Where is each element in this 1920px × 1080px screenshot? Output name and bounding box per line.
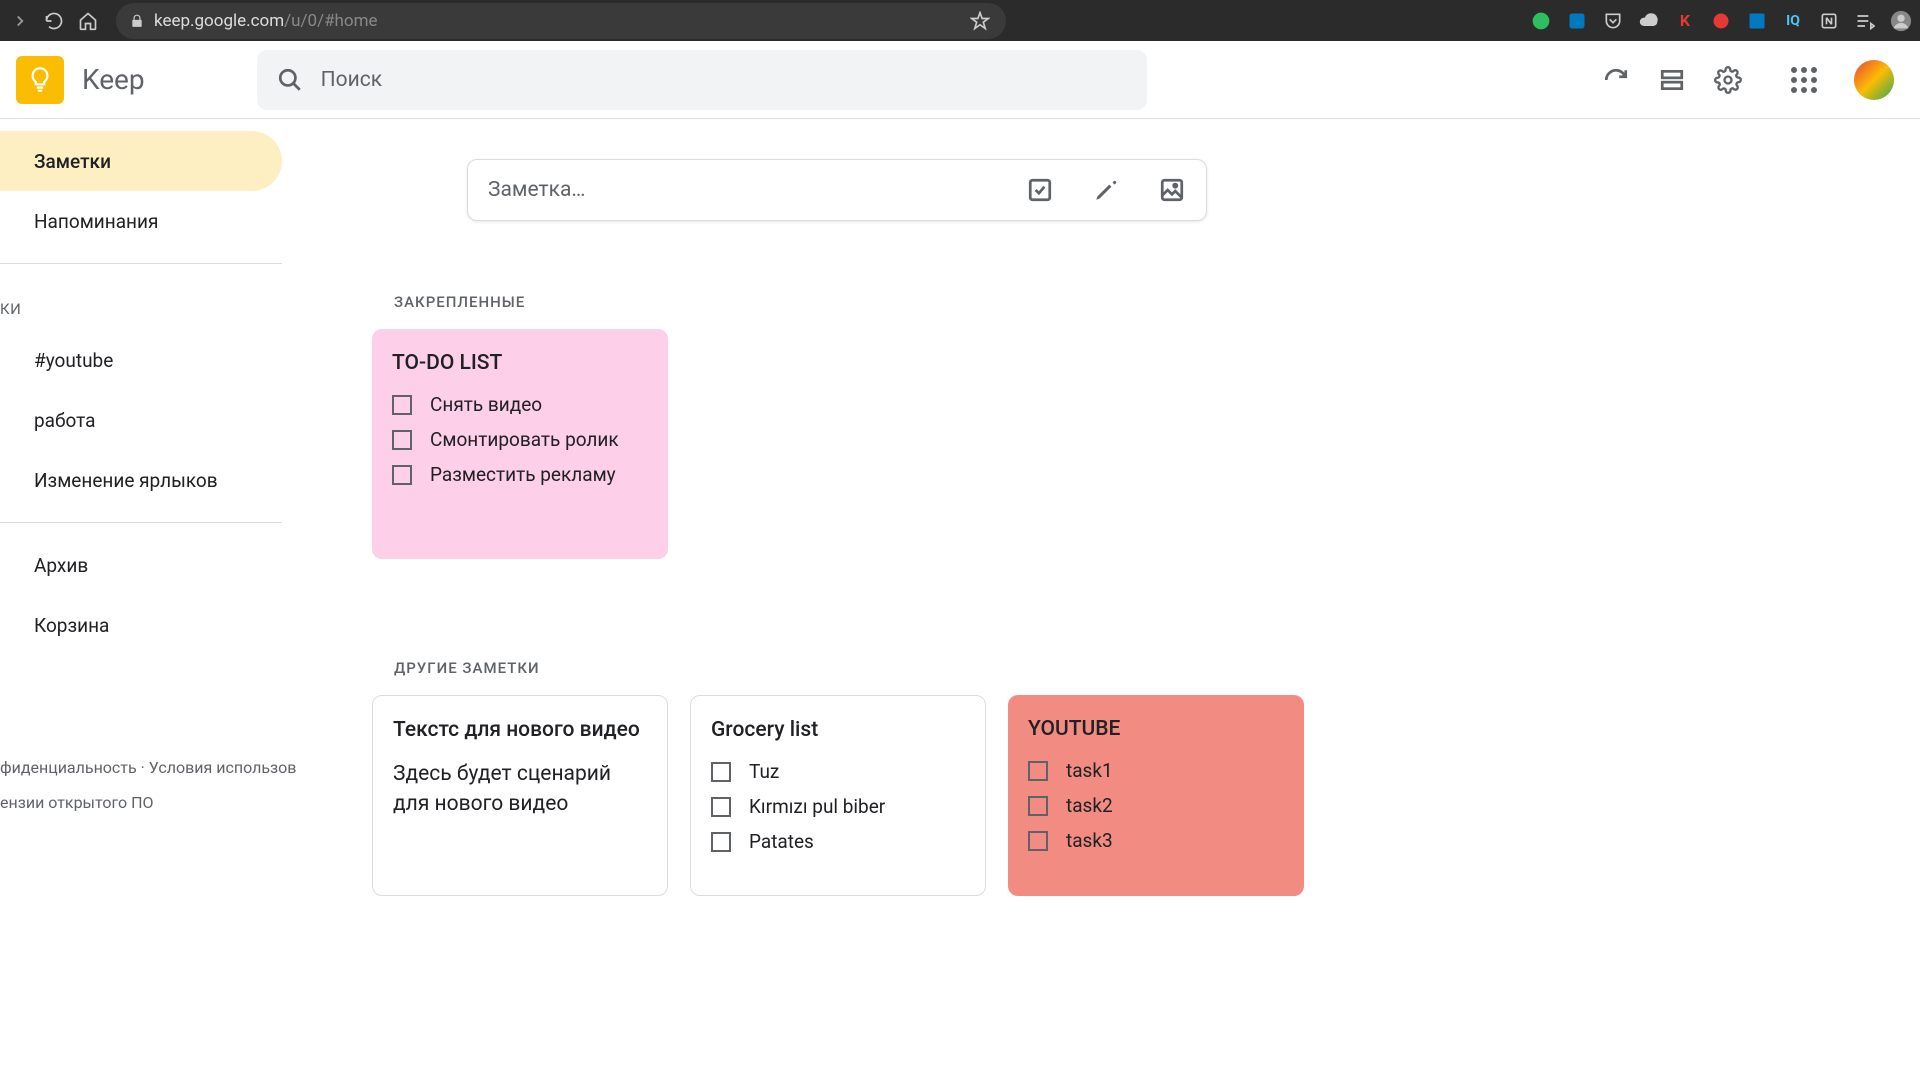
address-bar[interactable]: keep.google.com/u/0/#home bbox=[116, 3, 1006, 39]
sidebar-footer: фиденциальность · Условия использов ензи… bbox=[0, 750, 296, 820]
checklist-item[interactable]: Разместить рекламу bbox=[392, 463, 648, 486]
note-create-input[interactable] bbox=[488, 178, 1026, 202]
extensions-tray: K IQ bbox=[1530, 10, 1912, 32]
sidebar-item-label: Изменение ярлыков bbox=[34, 469, 218, 492]
checkbox-icon[interactable] bbox=[392, 465, 412, 485]
checkbox-icon[interactable] bbox=[711, 797, 731, 817]
ext-spiral-icon[interactable] bbox=[1710, 10, 1732, 32]
license-link[interactable]: ензии открытого ПО bbox=[0, 785, 296, 820]
divider bbox=[0, 263, 282, 264]
sidebar-item-label: Напоминания bbox=[34, 210, 158, 233]
sidebar-item-notes[interactable]: Заметки bbox=[0, 131, 282, 191]
checkbox-icon[interactable] bbox=[1028, 831, 1048, 851]
ext-iq-icon[interactable]: IQ bbox=[1782, 10, 1804, 32]
checkbox-icon[interactable] bbox=[711, 762, 731, 782]
sidebar-item-reminders[interactable]: Напоминания bbox=[0, 191, 282, 251]
checkbox-icon[interactable] bbox=[1028, 796, 1048, 816]
checkbox-icon[interactable] bbox=[1028, 761, 1048, 781]
checkbox-icon[interactable] bbox=[392, 395, 412, 415]
sidebar-item-label: #youtube bbox=[34, 349, 113, 372]
lock-icon bbox=[130, 14, 144, 28]
sidebar-item-label: Корзина bbox=[34, 614, 109, 637]
note-card[interactable]: Grocery list Tuz Kırmızı pul biber Patat… bbox=[690, 695, 986, 896]
home-icon[interactable] bbox=[76, 9, 100, 33]
sidebar-item-label: Заметки bbox=[34, 150, 111, 173]
ext-playlist-icon[interactable] bbox=[1854, 10, 1876, 32]
main-content: ЗАКРЕПЛЕННЫЕ TO-DO LIST Снять видео Смон… bbox=[372, 119, 1920, 1080]
checklist-item[interactable]: task2 bbox=[1028, 794, 1284, 817]
apps-button[interactable] bbox=[1790, 66, 1818, 94]
note-title: Текстс для нового видео bbox=[393, 716, 647, 744]
ext-flag-icon[interactable] bbox=[1746, 10, 1768, 32]
privacy-link[interactable]: фиденциальность · Условия использов bbox=[0, 750, 296, 785]
url-text: keep.google.com/u/0/#home bbox=[154, 11, 378, 31]
note-title: Grocery list bbox=[711, 716, 965, 744]
account-avatar[interactable] bbox=[1854, 60, 1894, 100]
forward-icon[interactable] bbox=[8, 9, 32, 33]
ext-evernote-icon[interactable] bbox=[1530, 10, 1552, 32]
note-card[interactable]: Текстс для нового видео Здесь будет сцен… bbox=[372, 695, 668, 896]
checkbox-icon[interactable] bbox=[392, 430, 412, 450]
search-icon bbox=[277, 67, 303, 93]
list-view-button[interactable] bbox=[1658, 66, 1686, 94]
note-create-bar[interactable] bbox=[467, 159, 1207, 221]
ext-pocket-icon[interactable] bbox=[1602, 10, 1624, 32]
ext-trello-icon[interactable] bbox=[1566, 10, 1588, 32]
star-icon[interactable] bbox=[968, 9, 992, 33]
new-drawing-icon[interactable] bbox=[1092, 176, 1120, 204]
checklist-item[interactable]: Смонтировать ролик bbox=[392, 428, 648, 451]
sidebar-item-label: Архив bbox=[34, 554, 88, 577]
search-input[interactable] bbox=[321, 68, 1127, 92]
search-bar[interactable] bbox=[257, 50, 1147, 110]
checklist-item[interactable]: Снять видео bbox=[392, 393, 648, 416]
note-card[interactable]: YOUTUBE task1 task2 task3 bbox=[1008, 695, 1304, 896]
checklist-item[interactable]: Patates bbox=[711, 830, 965, 853]
note-card[interactable]: TO-DO LIST Снять видео Смонтировать роли… bbox=[372, 329, 668, 559]
new-image-icon[interactable] bbox=[1158, 176, 1186, 204]
settings-button[interactable] bbox=[1714, 66, 1742, 94]
app-header: Keep bbox=[0, 41, 1920, 119]
sidebar-item-archive[interactable]: Архив bbox=[0, 535, 282, 595]
sidebar-item-trash[interactable]: Корзина bbox=[0, 595, 282, 655]
note-body: Здесь будет сценарий для нового видео bbox=[393, 760, 647, 819]
sidebar-label-work[interactable]: работа bbox=[0, 390, 282, 450]
ext-notion-icon[interactable] bbox=[1818, 10, 1840, 32]
sidebar: Заметки Напоминания КИ #youtube работа И… bbox=[0, 119, 372, 1080]
labels-header: КИ bbox=[0, 276, 372, 330]
section-pinned-label: ЗАКРЕПЛЕННЫЕ bbox=[394, 293, 1920, 311]
reload-icon[interactable] bbox=[42, 9, 66, 33]
app-name: Keep bbox=[82, 63, 145, 96]
sidebar-label-youtube[interactable]: #youtube bbox=[0, 330, 282, 390]
ext-cloud-icon[interactable] bbox=[1638, 10, 1660, 32]
new-checklist-icon[interactable] bbox=[1026, 176, 1054, 204]
checklist-item[interactable]: task1 bbox=[1028, 759, 1284, 782]
divider bbox=[0, 522, 282, 523]
checklist-item[interactable]: task3 bbox=[1028, 829, 1284, 852]
sidebar-item-label: работа bbox=[34, 409, 95, 432]
sidebar-edit-labels[interactable]: Изменение ярлыков bbox=[0, 450, 282, 510]
checkbox-icon[interactable] bbox=[711, 832, 731, 852]
checklist-item[interactable]: Kırmızı pul biber bbox=[711, 795, 965, 818]
keep-logo[interactable] bbox=[16, 56, 64, 104]
checklist-item[interactable]: Tuz bbox=[711, 760, 965, 783]
note-title: TO-DO LIST bbox=[392, 349, 648, 377]
ext-k-icon[interactable]: K bbox=[1674, 10, 1696, 32]
browser-chrome: keep.google.com/u/0/#home K IQ bbox=[0, 0, 1920, 41]
profile-avatar-icon[interactable] bbox=[1890, 10, 1912, 32]
refresh-button[interactable] bbox=[1602, 66, 1630, 94]
note-title: YOUTUBE bbox=[1028, 715, 1284, 743]
section-others-label: ДРУГИЕ ЗАМЕТКИ bbox=[394, 659, 1920, 677]
